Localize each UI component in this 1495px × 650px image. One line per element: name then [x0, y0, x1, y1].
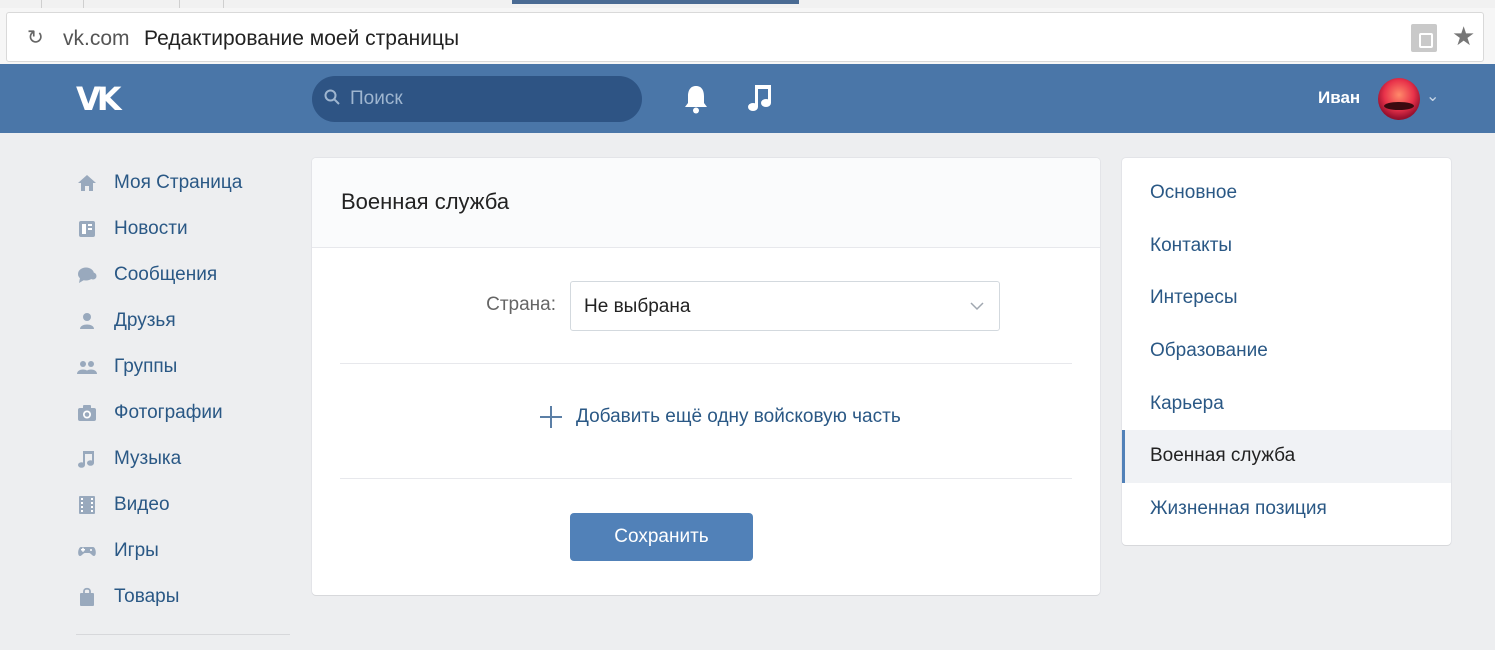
browser-tab[interactable]: [84, 0, 180, 8]
divider: [340, 478, 1072, 479]
save-button[interactable]: Сохранить: [570, 513, 753, 561]
sidebar-item-label: Видео: [114, 494, 170, 515]
menu-item-contacts[interactable]: Контакты: [1122, 220, 1451, 273]
camera-icon: [76, 402, 98, 424]
bookmark-star-icon[interactable]: ★: [1452, 21, 1475, 52]
sidebar-item-games[interactable]: Игры: [76, 528, 290, 574]
menu-item-interests[interactable]: Интересы: [1122, 272, 1451, 325]
bell-icon[interactable]: [682, 84, 710, 114]
menu-item-education[interactable]: Образование: [1122, 325, 1451, 378]
military-service-card: Военная служба Страна: Не выбрана Добави…: [312, 158, 1100, 595]
lock-icon[interactable]: [1411, 24, 1437, 52]
sidebar-item-friends[interactable]: Друзья: [76, 298, 290, 344]
sidebar-item-label: Сообщения: [114, 264, 218, 285]
menu-item-career[interactable]: Карьера: [1122, 377, 1451, 430]
sidebar-item-video[interactable]: Видео: [76, 482, 290, 528]
browser-tab[interactable]: [0, 0, 42, 8]
card-header: Военная служба: [312, 158, 1100, 248]
search-placeholder: Поиск: [350, 88, 403, 109]
menu-item-military-service[interactable]: Военная служба: [1122, 429, 1451, 483]
profile-sections-menu: Основное Контакты Интересы Образование К…: [1122, 158, 1451, 545]
reload-icon[interactable]: ↻: [27, 25, 44, 50]
groups-icon: [76, 356, 98, 378]
news-icon: [76, 218, 98, 240]
country-select[interactable]: Не выбрана: [570, 281, 1000, 331]
search-icon: [324, 89, 340, 105]
sidebar-item-my-page[interactable]: Моя Страница: [76, 160, 290, 206]
sidebar-item-label: Группы: [114, 356, 178, 377]
sidebar-item-music[interactable]: Музыка: [76, 436, 290, 482]
add-military-unit-label: Добавить ещё одну войсковую часть: [576, 406, 901, 427]
sidebar-item-label: Фотографии: [114, 402, 223, 423]
sidebar-item-label: Музыка: [114, 448, 182, 469]
menu-item-life-position[interactable]: Жизненная позиция: [1122, 483, 1451, 536]
plus-icon: [540, 406, 562, 428]
friends-icon: [76, 310, 98, 332]
sidebar-item-label: Игры: [114, 540, 159, 561]
vk-logo[interactable]: VK: [76, 80, 122, 118]
country-select-value: Не выбрана: [584, 296, 691, 317]
url-field[interactable]: ↻ vk.com Редактирование моей страницы ★: [6, 12, 1484, 62]
browser-tab[interactable]: [180, 0, 224, 8]
sidebar-item-groups[interactable]: Группы: [76, 344, 290, 390]
bag-icon: [76, 586, 98, 608]
sidebar: Моя Страница Новости Сообщения Друзья Гр…: [76, 160, 290, 635]
messages-icon: [76, 264, 98, 286]
music-note-icon[interactable]: [747, 82, 775, 114]
address-bar: ↻ vk.com Редактирование моей страницы ★: [0, 8, 1495, 64]
browser-tab-strip: [0, 0, 1495, 8]
sidebar-item-goods[interactable]: Товары: [76, 574, 290, 620]
search-input[interactable]: Поиск: [312, 76, 642, 122]
music-icon: [76, 448, 98, 470]
browser-tab[interactable]: [42, 0, 84, 8]
country-label: Страна:: [486, 294, 556, 315]
sidebar-item-news[interactable]: Новости: [76, 206, 290, 252]
gamepad-icon: [76, 540, 98, 562]
home-icon: [76, 172, 98, 194]
url-page-title: Редактирование моей страницы: [144, 27, 460, 50]
chevron-down-icon[interactable]: ⌄: [1426, 86, 1439, 106]
sidebar-item-label: Новости: [114, 218, 188, 239]
active-tab-indicator: [512, 0, 799, 4]
sidebar-item-label: Моя Страница: [114, 172, 243, 193]
divider: [340, 363, 1072, 364]
menu-item-main[interactable]: Основное: [1122, 167, 1451, 220]
sidebar-item-label: Товары: [114, 586, 180, 607]
avatar[interactable]: [1378, 78, 1420, 120]
video-icon: [76, 494, 98, 516]
page-title: Военная служба: [341, 189, 510, 214]
sidebar-divider: [76, 634, 290, 635]
sidebar-item-photos[interactable]: Фотографии: [76, 390, 290, 436]
add-military-unit-link[interactable]: Добавить ещё одну войсковую часть: [540, 406, 901, 428]
vk-header: VK Поиск Иван ⌄: [0, 64, 1495, 133]
sidebar-item-messages[interactable]: Сообщения: [76, 252, 290, 298]
sidebar-item-label: Друзья: [114, 310, 176, 331]
user-name[interactable]: Иван: [1318, 88, 1360, 108]
chevron-down-icon: [970, 302, 984, 311]
url-domain: vk.com: [63, 27, 130, 50]
